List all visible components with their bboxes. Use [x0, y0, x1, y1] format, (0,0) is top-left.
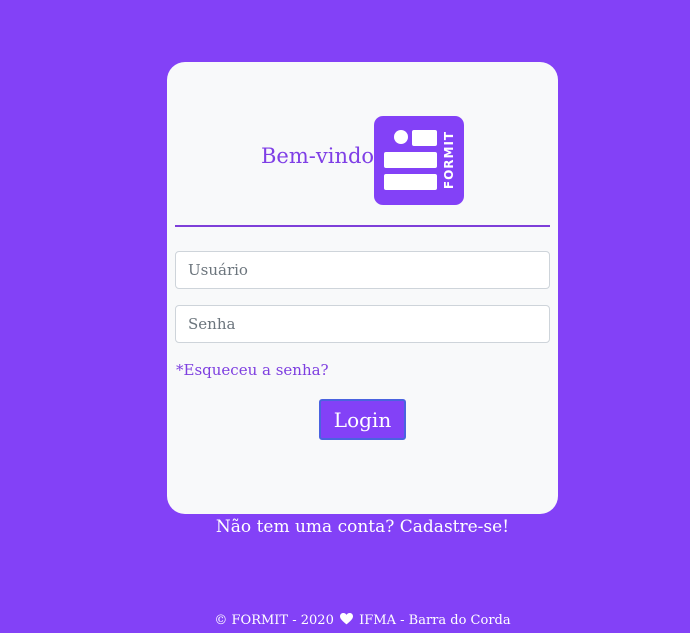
footer: © FORMIT - 2020 IFMA - Barra do Corda	[0, 613, 690, 628]
footer-copyright: © FORMIT - 2020	[214, 613, 334, 628]
password-input[interactable]	[175, 305, 550, 343]
login-header: Bem-vindo! FORMIT	[167, 116, 558, 206]
logo-dot	[394, 130, 408, 144]
header-divider	[175, 225, 550, 227]
login-card: Bem-vindo! FORMIT *Esqueceu a senha? Log…	[167, 62, 558, 514]
signup-link[interactable]: Não tem uma conta? Cadastre-se!	[0, 517, 690, 537]
logo-bar	[412, 130, 437, 146]
formit-logo: FORMIT	[374, 116, 464, 205]
forgot-password-link[interactable]: *Esqueceu a senha?	[176, 361, 329, 379]
logo-bar	[384, 152, 437, 168]
username-input[interactable]	[175, 251, 550, 289]
login-button[interactable]: Login	[319, 399, 406, 440]
logo-bar	[384, 174, 437, 190]
footer-institution: IFMA - Barra do Corda	[359, 613, 511, 628]
logo-wordmark: FORMIT	[442, 130, 456, 190]
heart-icon	[340, 613, 353, 625]
welcome-heading: Bem-vindo!	[261, 144, 383, 168]
